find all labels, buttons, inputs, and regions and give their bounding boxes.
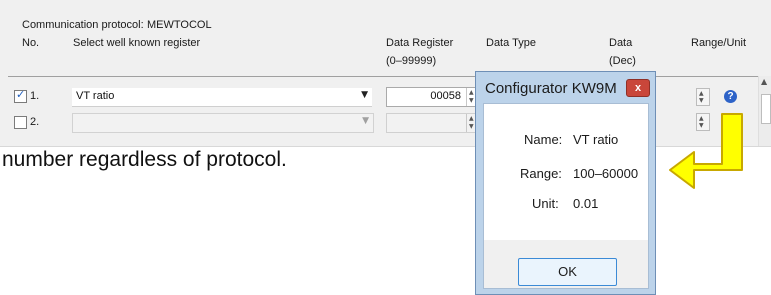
row-2-number: 2. [30, 116, 40, 128]
scroll-up-icon[interactable]: ▲ [761, 77, 767, 86]
chevron-down-icon: ▼ [361, 90, 368, 100]
unit-label: Unit: [532, 196, 559, 211]
row-2-checkbox[interactable] [14, 116, 27, 129]
name-value: VT ratio [573, 132, 619, 147]
protocol-value: MEWTOCOL [147, 19, 212, 31]
column-header-data-register-range: (0–99999) [386, 55, 437, 67]
name-label: Name: [524, 132, 563, 147]
row-1-number: 1. [30, 90, 40, 102]
protocol-label: Communication protocol: [22, 19, 144, 31]
ok-button[interactable]: OK [518, 258, 617, 286]
row-1-data-register-value: 00058 [430, 90, 461, 102]
row-2-register-select[interactable]: ▼ [72, 113, 374, 133]
row-2-data-register-input[interactable]: ▲ ▼ [386, 113, 480, 133]
scrollbar-thumb[interactable] [761, 94, 771, 124]
column-header-data: Data [609, 37, 633, 49]
dialog-title: Configurator KW9M [485, 80, 617, 97]
column-header-range-unit: Range/Unit [691, 37, 747, 49]
configurator-dialog: Configurator KW9M x Name: VT ratio Range… [475, 71, 656, 295]
range-label: Range: [520, 166, 562, 181]
close-icon[interactable]: x [626, 79, 650, 97]
vertical-scrollbar[interactable]: ▲ [758, 76, 771, 146]
checkmark-icon: ✓ [16, 88, 26, 101]
dialog-content: Name: VT ratio Range: 100–60000 Unit: 0.… [483, 103, 649, 289]
column-header-data-register: Data Register [386, 37, 454, 49]
column-header-data-unit: (Dec) [609, 55, 636, 67]
unit-value: 0.01 [573, 196, 599, 211]
range-value: 100–60000 [573, 166, 639, 181]
chevron-down-icon: ▼ [362, 116, 369, 126]
row-1-register-value: VT ratio [76, 90, 115, 102]
caption-text: number regardless of protocol. [2, 148, 287, 171]
help-icon[interactable]: ? [724, 90, 737, 103]
column-header-register: Select well known register [73, 37, 201, 49]
pointer-arrow-icon [669, 113, 743, 189]
row-1-register-select[interactable]: VT ratio ▼ [72, 88, 372, 107]
row-1-checkbox[interactable]: ✓ [14, 88, 27, 103]
row-1-data-spin-icon[interactable]: ▲ ▼ [696, 88, 710, 106]
row-1-data-register-input[interactable]: 00058 ▲ ▼ [386, 87, 480, 107]
column-header-no: No. [22, 37, 40, 49]
column-header-data-type: Data Type [486, 37, 536, 49]
